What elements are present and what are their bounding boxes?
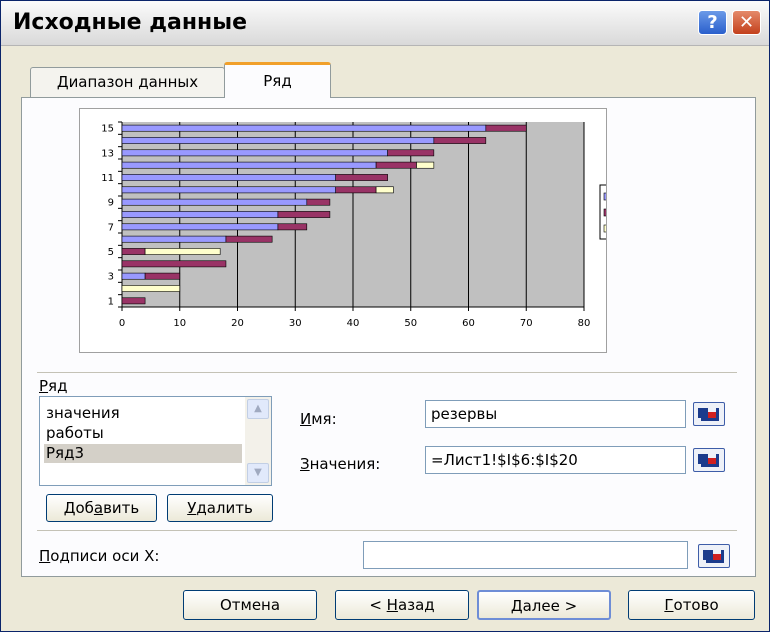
series-values-field[interactable]: =Лист1!$I$6:$I$20 — [425, 446, 686, 474]
y-tick-label: 15 — [101, 124, 114, 135]
bar-segment — [121, 198, 308, 206]
chevron-down-icon: ▼ — [254, 467, 262, 478]
bar-segment — [433, 137, 487, 144]
y-tick-label: 11 — [101, 173, 114, 184]
x-axis-range-select-button[interactable] — [698, 544, 730, 568]
question-icon: ? — [707, 12, 718, 33]
y-tick-label: 7 — [108, 222, 114, 233]
title-bar[interactable]: Исходные данные ? ✕ — [1, 1, 769, 46]
x-tick-label: 80 — [578, 318, 591, 329]
x-tick-label: 40 — [347, 318, 360, 329]
bar-segment — [121, 272, 146, 280]
legend-swatch — [603, 192, 606, 201]
y-tick-label: 13 — [101, 148, 114, 159]
x-tick-label: 0 — [119, 318, 125, 329]
x-tick-label: 50 — [404, 318, 417, 329]
x-tick-label: 10 — [173, 318, 186, 329]
values-label: Значения: — [300, 455, 381, 473]
values-range-select-button[interactable] — [693, 448, 725, 472]
bar-segment — [121, 186, 336, 194]
x-axis-labels-label: Подписи оси X: — [39, 547, 160, 565]
series-list-scrollbar[interactable]: ▲ ▼ — [245, 397, 271, 485]
close-icon: ✕ — [738, 12, 755, 33]
bar-segment — [121, 248, 146, 255]
bar-segment — [225, 235, 273, 243]
bar-segment — [121, 285, 181, 292]
finish-button[interactable]: Готово — [628, 590, 755, 620]
x-tick-label: 70 — [520, 318, 533, 329]
bar-segment — [121, 297, 146, 305]
x-axis-labels-field[interactable] — [363, 541, 688, 569]
bar-segment — [144, 272, 181, 280]
name-label: Имя: — [300, 410, 337, 428]
tab-series[interactable]: Ряд — [224, 62, 331, 98]
bar-segment — [121, 137, 435, 144]
bar-segment — [144, 248, 221, 255]
y-tick-label: 3 — [108, 272, 114, 283]
list-item[interactable]: Ряд3 — [44, 444, 242, 463]
series-list[interactable]: значения работы Ряд3 ▲ ▼ — [39, 396, 272, 486]
bar-segment — [277, 211, 331, 218]
bar-segment — [375, 186, 394, 194]
bar-segment — [335, 186, 377, 194]
dialog-title: Исходные данные — [13, 10, 248, 35]
series-name-field[interactable]: резервы — [425, 400, 686, 428]
y-tick-label: 5 — [108, 247, 114, 258]
next-button[interactable]: Далее > — [477, 590, 611, 620]
remove-series-button[interactable]: Удалить — [167, 494, 273, 522]
bar-segment — [335, 174, 388, 181]
bar-segment — [485, 124, 527, 132]
chart-preview: 0102030405060708013579111315значениярабо… — [79, 108, 607, 353]
chart-svg: 0102030405060708013579111315значениярабо… — [101, 121, 606, 329]
bar-segment — [277, 223, 308, 231]
bar-segment — [121, 260, 227, 268]
legend-swatch — [603, 208, 606, 217]
bar-segment — [121, 149, 388, 157]
bar-segment — [375, 161, 417, 169]
bar-segment — [121, 161, 377, 169]
series-label: Ряд — [39, 377, 68, 395]
scroll-down-button[interactable]: ▼ — [247, 463, 269, 483]
x-tick-label: 60 — [462, 318, 475, 329]
close-button[interactable]: ✕ — [732, 10, 761, 35]
legend-swatch — [603, 224, 606, 233]
bar-segment — [306, 198, 331, 206]
x-tick-label: 20 — [231, 318, 244, 329]
bar-segment — [121, 124, 487, 132]
add-series-button[interactable]: Добавить — [46, 494, 157, 522]
bar-segment — [121, 174, 336, 181]
help-button[interactable]: ? — [698, 10, 727, 35]
divider-top — [37, 372, 737, 373]
name-range-select-button[interactable] — [693, 402, 725, 426]
scroll-up-button[interactable]: ▲ — [247, 399, 269, 419]
y-tick-label: 9 — [108, 198, 114, 209]
divider-bottom — [37, 530, 737, 531]
bar-segment — [387, 149, 435, 157]
chevron-up-icon: ▲ — [254, 403, 262, 414]
back-button[interactable]: < Назад — [335, 590, 469, 620]
cancel-button[interactable]: Отмена — [183, 590, 317, 620]
list-item[interactable]: значения — [44, 404, 242, 423]
list-item[interactable]: работы — [44, 424, 242, 443]
bar-segment — [121, 211, 279, 218]
tab-data-range[interactable]: Диапазон данных — [30, 67, 225, 97]
y-tick-label: 1 — [108, 296, 114, 307]
bar-segment — [416, 161, 435, 169]
x-tick-label: 30 — [289, 318, 302, 329]
source-data-dialog: Исходные данные ? ✕ Диапазон данных Ряд … — [0, 0, 770, 632]
bar-segment — [121, 235, 227, 243]
bar-segment — [121, 223, 279, 231]
